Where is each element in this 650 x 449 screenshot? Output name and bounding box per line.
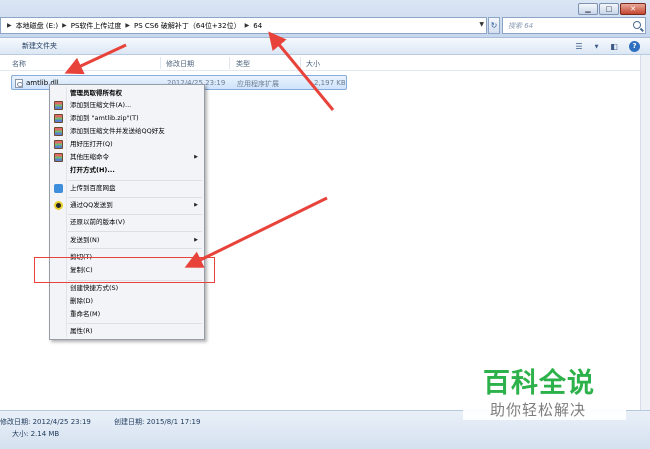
menu-item-restore-previous[interactable]: 还原以前的版本(V) [70,216,125,229]
breadcrumb: 本地磁盘 (E:) ▶ PS软件上传过度 ▶ PS CS6 破解补丁（64位+3… [16,21,263,31]
menu-item-send-to[interactable]: 发送到(N) [70,234,99,247]
column-divider[interactable] [300,57,301,69]
menu-separator [68,231,202,232]
search-icon[interactable] [633,21,641,29]
chevron-right-icon[interactable]: ▶ [125,22,130,29]
archive-icon [54,127,63,136]
menu-item-send-via-qq[interactable]: 通过QQ发送到 [70,199,113,212]
detail-created: 创建日期: 2015/8/1 17:19 [114,418,201,426]
maximize-button[interactable]: □ [599,3,619,15]
search-input[interactable]: 搜索 64 [502,17,646,34]
highlight-box [34,257,215,283]
watermark: 百科全说 助你轻松解决 [463,345,626,420]
menu-separator [68,323,202,324]
chevron-right-icon[interactable]: ▶ [245,22,250,29]
vertical-scrollbar[interactable] [640,55,650,410]
submenu-arrow-icon: ▶ [194,202,198,208]
refresh-button[interactable]: ↻ [488,17,500,34]
breadcrumb-item-subfolder[interactable]: PS CS6 破解补丁（64位+32位） [134,21,241,31]
column-header-size[interactable]: 大小 [306,59,320,69]
preview-pane-icon[interactable]: ◧ [609,42,619,52]
menu-item-other-compress[interactable]: 其他压缩命令 [70,151,109,164]
menu-separator [68,180,202,181]
toolbar-right: ☰ ▼ ◧ ? [574,41,640,52]
search-placeholder: 搜索 64 [508,21,534,30]
watermark-title: 百科全说 [483,368,595,399]
dll-file-icon [15,79,23,88]
file-type: 应用程序扩展 [237,80,279,88]
address-bar[interactable]: ▶ 本地磁盘 (E:) ▶ PS软件上传过度 ▶ PS CS6 破解补丁（64位… [0,17,487,34]
chevron-down-icon[interactable]: ▼ [479,21,484,28]
chevron-right-icon[interactable]: ▶ [62,22,67,29]
toolbar: 新建文件夹 ☰ ▼ ◧ ? [0,38,650,55]
menu-item-open-with-haozip[interactable]: 用好压打开(Q) [70,138,113,151]
archive-icon [54,114,63,123]
column-header-modified[interactable]: 修改日期 [166,59,194,69]
menu-separator [68,248,202,249]
column-header-type[interactable]: 类型 [236,59,250,69]
menu-item-create-shortcut[interactable]: 创建快捷方式(S) [70,282,118,295]
menu-item-add-to-zip[interactable]: 添加到 "amtlib.zip"(T) [70,112,139,125]
view-options-icon[interactable]: ☰ [574,42,584,52]
column-header-name[interactable]: 名称 [12,59,26,69]
submenu-arrow-icon: ▶ [194,154,198,160]
submenu-arrow-icon: ▶ [194,237,198,243]
close-button[interactable]: ✕ [620,3,646,15]
baidu-cloud-icon [54,184,63,193]
watermark-subtitle: 助你轻松解决 [490,401,587,419]
menu-separator [68,197,202,198]
menu-item-open-with[interactable]: 打开方式(H)... [70,164,115,177]
menu-gutter [66,87,67,337]
window-controls: ▁ □ ✕ [578,3,646,15]
context-menu: 管理员取得所有权 添加到压缩文件(A)... 添加到 "amtlib.zip"(… [49,84,205,340]
menu-item-properties[interactable]: 属性(R) [70,325,93,338]
file-size: 2,197 KB [314,79,346,87]
breadcrumb-item-current[interactable]: 64 [253,22,262,30]
menu-item-delete[interactable]: 删除(D) [70,295,93,308]
archive-icon [54,140,63,149]
chevron-down-icon[interactable]: ▼ [594,42,599,52]
menu-item-compress-send-qq[interactable]: 添加到压缩文件并发送给QQ好友 [70,125,165,138]
new-folder-button[interactable]: 新建文件夹 [16,41,63,51]
archive-icon [54,101,63,110]
menu-item-add-to-archive[interactable]: 添加到压缩文件(A)... [70,99,131,112]
column-headers: 名称 修改日期 类型 大小 [0,55,640,71]
menu-item-rename[interactable]: 重命名(M) [70,308,100,321]
menu-separator [68,214,202,215]
detail-modified: 修改日期: 2012/4/25 23:19 [0,418,91,426]
column-divider[interactable] [229,57,230,69]
breadcrumb-root-chevron-icon[interactable]: ▶ [7,22,12,29]
detail-size: 大小: 2.14 MB [12,430,60,438]
help-icon[interactable]: ? [629,41,640,52]
archive-icon [54,153,63,162]
column-divider[interactable] [160,57,161,69]
minimize-button[interactable]: ▁ [578,3,598,15]
qq-penguin-icon [54,201,63,210]
menu-item-upload-baidu[interactable]: 上传到百度网盘 [70,182,116,195]
breadcrumb-item-folder[interactable]: PS软件上传过度 [71,21,122,31]
breadcrumb-item-drive[interactable]: 本地磁盘 (E:) [16,21,58,31]
